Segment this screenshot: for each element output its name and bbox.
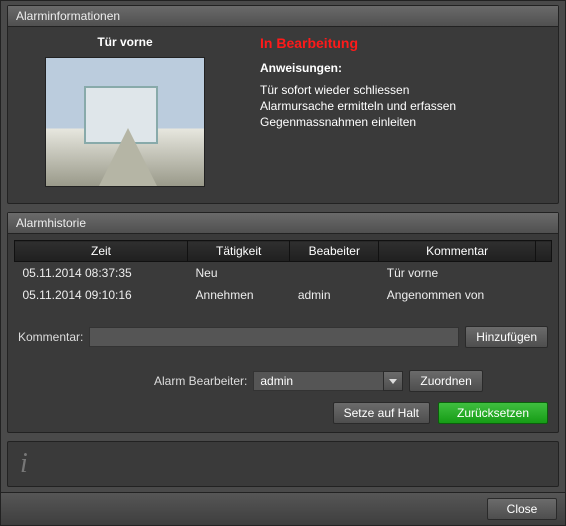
camera-label: Tür vorne (20, 35, 230, 49)
cell-editor: admin (290, 284, 379, 306)
instruction-line: Tür sofort wieder schliessen (260, 83, 546, 97)
alarm-info-header: Alarminformationen (8, 6, 558, 27)
col-comment[interactable]: Kommentar (379, 241, 536, 262)
col-activity[interactable]: Tätigkeit (188, 241, 290, 262)
add-comment-button[interactable]: Hinzufügen (465, 326, 548, 348)
alarm-status: In Bearbeitung (260, 35, 546, 51)
cell-activity: Neu (188, 262, 290, 285)
table-row[interactable]: 05.11.2014 09:10:16 Annehmen admin Angen… (15, 284, 552, 306)
history-table: Zeit Tätigkeit Beabeiter Kommentar 05.11… (14, 240, 552, 306)
close-button[interactable]: Close (487, 498, 557, 520)
col-spacer (536, 241, 552, 262)
alarm-dialog: Alarminformationen Tür vorne In Bearbeit… (0, 0, 566, 526)
table-row[interactable]: 05.11.2014 08:37:35 Neu Tür vorne (15, 262, 552, 285)
comment-label: Kommentar: (18, 330, 83, 344)
info-bar: i (7, 441, 559, 487)
cell-time: 05.11.2014 08:37:35 (15, 262, 188, 285)
cell-editor (290, 262, 379, 285)
dialog-footer: Close (1, 492, 565, 525)
cell-comment: Angenommen von (379, 284, 536, 306)
alarm-info-body: Tür vorne In Bearbeitung Anweisungen: Tü… (8, 27, 558, 203)
reset-button[interactable]: Zurücksetzen (438, 402, 548, 424)
hold-button[interactable]: Setze auf Halt (333, 402, 430, 424)
instructions-header: Anweisungen: (260, 61, 546, 75)
alarm-history-panel: Alarmhistorie Zeit Tätigkeit Beabeiter K… (7, 212, 559, 433)
assign-select[interactable]: admin (253, 371, 403, 391)
instruction-line: Gegenmassnahmen einleiten (260, 115, 546, 129)
action-row: Setze auf Halt Zurücksetzen (14, 400, 552, 426)
comment-input[interactable] (89, 327, 459, 347)
assign-select-toggle[interactable] (383, 371, 403, 391)
alarm-history-header: Alarmhistorie (8, 213, 558, 234)
assign-select-value: admin (253, 371, 403, 391)
alarm-history-body: Zeit Tätigkeit Beabeiter Kommentar 05.11… (8, 234, 558, 432)
comment-row: Kommentar: Hinzufügen (14, 324, 552, 350)
col-time[interactable]: Zeit (15, 241, 188, 262)
chevron-down-icon (389, 379, 397, 384)
info-icon: i (14, 448, 34, 480)
assign-row: Alarm Bearbeiter: admin Zuordnen (14, 368, 552, 394)
cell-activity: Annehmen (188, 284, 290, 306)
table-header-row: Zeit Tätigkeit Beabeiter Kommentar (15, 241, 552, 262)
instruction-line: Alarmursache ermitteln und erfassen (260, 99, 546, 113)
col-editor[interactable]: Beabeiter (290, 241, 379, 262)
cell-time: 05.11.2014 09:10:16 (15, 284, 188, 306)
assign-button[interactable]: Zuordnen (409, 370, 482, 392)
assign-label: Alarm Bearbeiter: (154, 374, 247, 388)
cell-comment: Tür vorne (379, 262, 536, 285)
camera-thumbnail[interactable] (45, 57, 205, 187)
camera-column: Tür vorne (20, 35, 230, 187)
alarm-info-panel: Alarminformationen Tür vorne In Bearbeit… (7, 5, 559, 204)
instructions-column: In Bearbeitung Anweisungen: Tür sofort w… (260, 35, 546, 187)
